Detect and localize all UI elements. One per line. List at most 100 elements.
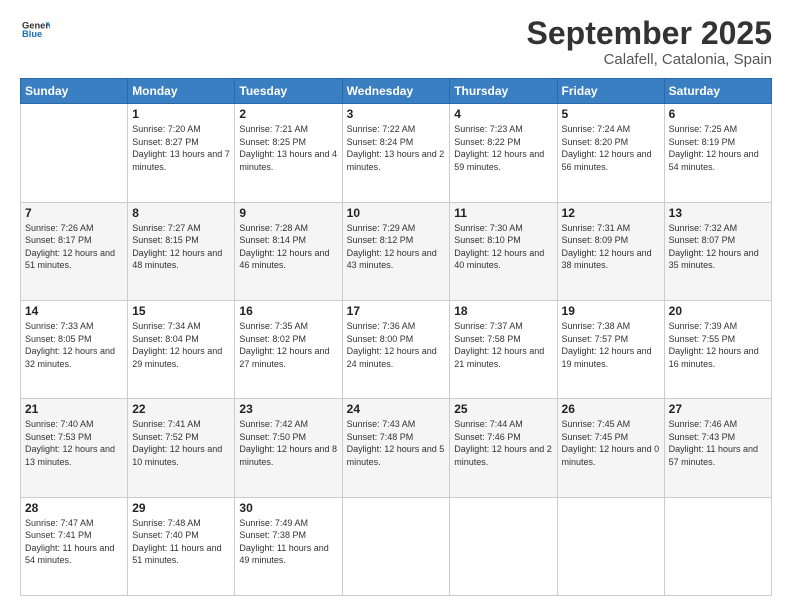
table-row: 22 Sunrise: 7:41 AMSunset: 7:52 PMDaylig… — [128, 399, 235, 497]
day-number: 6 — [669, 107, 767, 121]
day-number: 2 — [239, 107, 337, 121]
day-number: 3 — [347, 107, 446, 121]
calendar-table: Sunday Monday Tuesday Wednesday Thursday… — [20, 78, 772, 596]
month-title: September 2025 — [527, 16, 772, 51]
day-number: 4 — [454, 107, 552, 121]
location: Calafell, Catalonia, Spain — [527, 51, 772, 68]
cell-text: Sunrise: 7:38 AMSunset: 7:57 PMDaylight:… — [562, 321, 652, 369]
table-row: 20 Sunrise: 7:39 AMSunset: 7:55 PMDaylig… — [664, 300, 771, 398]
table-row: 14 Sunrise: 7:33 AMSunset: 8:05 PMDaylig… — [21, 300, 128, 398]
day-number: 7 — [25, 206, 123, 220]
cell-text: Sunrise: 7:23 AMSunset: 8:22 PMDaylight:… — [454, 124, 544, 172]
calendar-week-row: 21 Sunrise: 7:40 AMSunset: 7:53 PMDaylig… — [21, 399, 772, 497]
calendar-week-row: 7 Sunrise: 7:26 AMSunset: 8:17 PMDayligh… — [21, 202, 772, 300]
cell-text: Sunrise: 7:40 AMSunset: 7:53 PMDaylight:… — [25, 419, 115, 467]
table-row — [342, 497, 450, 595]
table-row: 3 Sunrise: 7:22 AMSunset: 8:24 PMDayligh… — [342, 104, 450, 202]
day-number: 28 — [25, 501, 123, 515]
table-row: 17 Sunrise: 7:36 AMSunset: 8:00 PMDaylig… — [342, 300, 450, 398]
table-row: 8 Sunrise: 7:27 AMSunset: 8:15 PMDayligh… — [128, 202, 235, 300]
table-row: 27 Sunrise: 7:46 AMSunset: 7:43 PMDaylig… — [664, 399, 771, 497]
day-number: 10 — [347, 206, 446, 220]
table-row: 9 Sunrise: 7:28 AMSunset: 8:14 PMDayligh… — [235, 202, 342, 300]
table-row: 15 Sunrise: 7:34 AMSunset: 8:04 PMDaylig… — [128, 300, 235, 398]
cell-text: Sunrise: 7:43 AMSunset: 7:48 PMDaylight:… — [347, 419, 445, 467]
day-number: 26 — [562, 402, 660, 416]
svg-text:Blue: Blue — [22, 29, 42, 39]
table-row: 2 Sunrise: 7:21 AMSunset: 8:25 PMDayligh… — [235, 104, 342, 202]
day-number: 1 — [132, 107, 230, 121]
cell-text: Sunrise: 7:33 AMSunset: 8:05 PMDaylight:… — [25, 321, 115, 369]
table-row: 29 Sunrise: 7:48 AMSunset: 7:40 PMDaylig… — [128, 497, 235, 595]
th-friday: Friday — [557, 79, 664, 104]
table-row: 13 Sunrise: 7:32 AMSunset: 8:07 PMDaylig… — [664, 202, 771, 300]
cell-text: Sunrise: 7:32 AMSunset: 8:07 PMDaylight:… — [669, 223, 759, 271]
th-saturday: Saturday — [664, 79, 771, 104]
day-number: 9 — [239, 206, 337, 220]
cell-text: Sunrise: 7:34 AMSunset: 8:04 PMDaylight:… — [132, 321, 222, 369]
table-row: 16 Sunrise: 7:35 AMSunset: 8:02 PMDaylig… — [235, 300, 342, 398]
table-row: 6 Sunrise: 7:25 AMSunset: 8:19 PMDayligh… — [664, 104, 771, 202]
day-number: 23 — [239, 402, 337, 416]
day-number: 16 — [239, 304, 337, 318]
table-row: 1 Sunrise: 7:20 AMSunset: 8:27 PMDayligh… — [128, 104, 235, 202]
title-block: September 2025 Calafell, Catalonia, Spai… — [527, 16, 772, 68]
cell-text: Sunrise: 7:36 AMSunset: 8:00 PMDaylight:… — [347, 321, 437, 369]
day-number: 24 — [347, 402, 446, 416]
day-number: 14 — [25, 304, 123, 318]
table-row: 23 Sunrise: 7:42 AMSunset: 7:50 PMDaylig… — [235, 399, 342, 497]
th-sunday: Sunday — [21, 79, 128, 104]
th-wednesday: Wednesday — [342, 79, 450, 104]
table-row: 21 Sunrise: 7:40 AMSunset: 7:53 PMDaylig… — [21, 399, 128, 497]
cell-text: Sunrise: 7:45 AMSunset: 7:45 PMDaylight:… — [562, 419, 660, 467]
cell-text: Sunrise: 7:21 AMSunset: 8:25 PMDaylight:… — [239, 124, 337, 172]
page: General Blue September 2025 Calafell, Ca… — [0, 0, 792, 612]
table-row: 30 Sunrise: 7:49 AMSunset: 7:38 PMDaylig… — [235, 497, 342, 595]
logo: General Blue — [20, 16, 50, 49]
cell-text: Sunrise: 7:44 AMSunset: 7:46 PMDaylight:… — [454, 419, 552, 467]
table-row — [21, 104, 128, 202]
table-row: 4 Sunrise: 7:23 AMSunset: 8:22 PMDayligh… — [450, 104, 557, 202]
th-tuesday: Tuesday — [235, 79, 342, 104]
day-number: 30 — [239, 501, 337, 515]
cell-text: Sunrise: 7:27 AMSunset: 8:15 PMDaylight:… — [132, 223, 222, 271]
day-number: 13 — [669, 206, 767, 220]
table-row — [450, 497, 557, 595]
table-row: 11 Sunrise: 7:30 AMSunset: 8:10 PMDaylig… — [450, 202, 557, 300]
day-number: 29 — [132, 501, 230, 515]
day-number: 11 — [454, 206, 552, 220]
day-number: 21 — [25, 402, 123, 416]
day-number: 12 — [562, 206, 660, 220]
cell-text: Sunrise: 7:26 AMSunset: 8:17 PMDaylight:… — [25, 223, 115, 271]
cell-text: Sunrise: 7:46 AMSunset: 7:43 PMDaylight:… — [669, 419, 758, 467]
table-row — [664, 497, 771, 595]
cell-text: Sunrise: 7:48 AMSunset: 7:40 PMDaylight:… — [132, 518, 221, 566]
day-number: 22 — [132, 402, 230, 416]
cell-text: Sunrise: 7:39 AMSunset: 7:55 PMDaylight:… — [669, 321, 759, 369]
table-row: 26 Sunrise: 7:45 AMSunset: 7:45 PMDaylig… — [557, 399, 664, 497]
cell-text: Sunrise: 7:47 AMSunset: 7:41 PMDaylight:… — [25, 518, 114, 566]
header: General Blue September 2025 Calafell, Ca… — [20, 16, 772, 68]
cell-text: Sunrise: 7:25 AMSunset: 8:19 PMDaylight:… — [669, 124, 759, 172]
day-number: 17 — [347, 304, 446, 318]
cell-text: Sunrise: 7:31 AMSunset: 8:09 PMDaylight:… — [562, 223, 652, 271]
cell-text: Sunrise: 7:29 AMSunset: 8:12 PMDaylight:… — [347, 223, 437, 271]
table-row: 19 Sunrise: 7:38 AMSunset: 7:57 PMDaylig… — [557, 300, 664, 398]
day-number: 18 — [454, 304, 552, 318]
calendar-week-row: 1 Sunrise: 7:20 AMSunset: 8:27 PMDayligh… — [21, 104, 772, 202]
calendar-week-row: 14 Sunrise: 7:33 AMSunset: 8:05 PMDaylig… — [21, 300, 772, 398]
cell-text: Sunrise: 7:22 AMSunset: 8:24 PMDaylight:… — [347, 124, 445, 172]
logo-icon: General Blue — [22, 16, 50, 44]
cell-text: Sunrise: 7:20 AMSunset: 8:27 PMDaylight:… — [132, 124, 230, 172]
table-row: 24 Sunrise: 7:43 AMSunset: 7:48 PMDaylig… — [342, 399, 450, 497]
day-number: 15 — [132, 304, 230, 318]
table-row: 25 Sunrise: 7:44 AMSunset: 7:46 PMDaylig… — [450, 399, 557, 497]
cell-text: Sunrise: 7:42 AMSunset: 7:50 PMDaylight:… — [239, 419, 337, 467]
th-thursday: Thursday — [450, 79, 557, 104]
day-number: 19 — [562, 304, 660, 318]
cell-text: Sunrise: 7:28 AMSunset: 8:14 PMDaylight:… — [239, 223, 329, 271]
cell-text: Sunrise: 7:37 AMSunset: 7:58 PMDaylight:… — [454, 321, 544, 369]
cell-text: Sunrise: 7:49 AMSunset: 7:38 PMDaylight:… — [239, 518, 328, 566]
calendar-week-row: 28 Sunrise: 7:47 AMSunset: 7:41 PMDaylig… — [21, 497, 772, 595]
day-number: 8 — [132, 206, 230, 220]
